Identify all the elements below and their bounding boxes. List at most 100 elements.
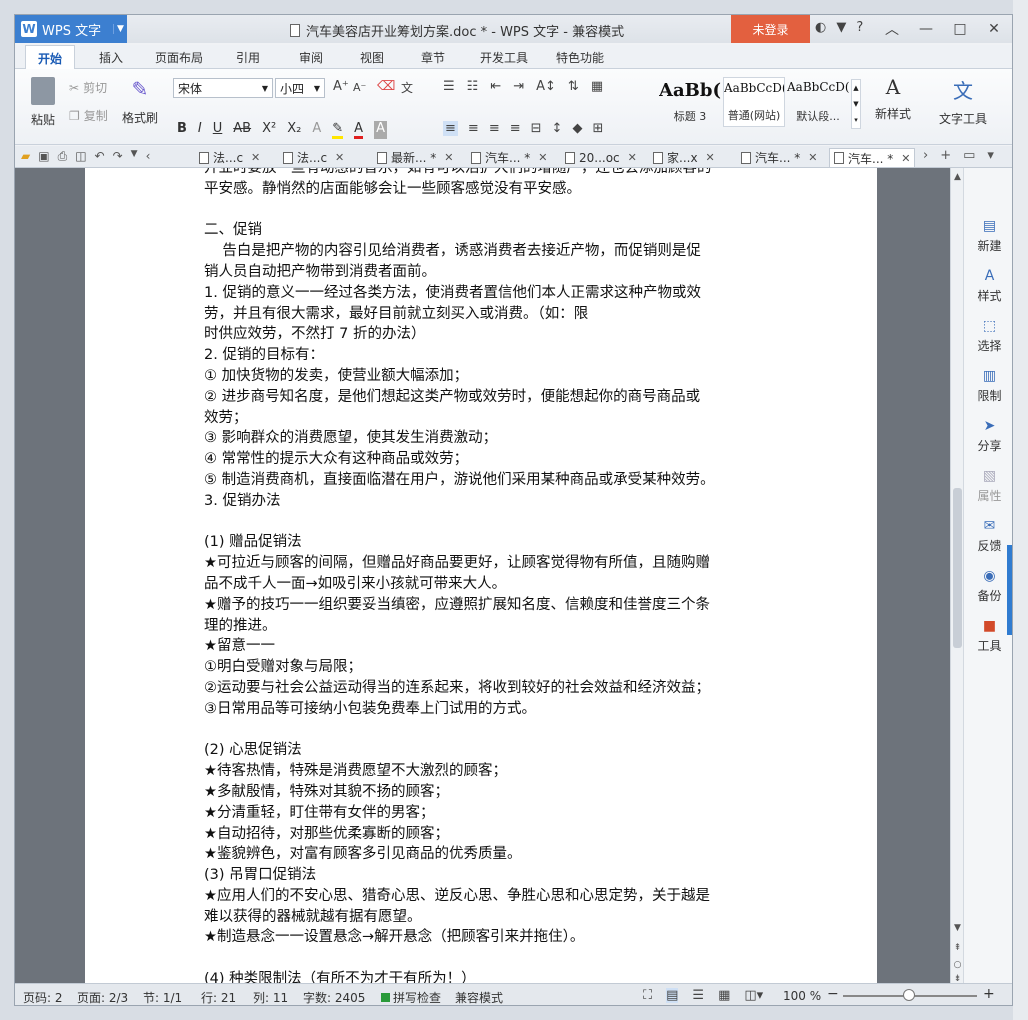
login-button[interactable]: 未登录: [731, 15, 810, 43]
document-line[interactable]: ★可拉近与顾客的间隔，但赠品好商品要更好，让顾客觉得物有所值，且随购赠: [204, 553, 764, 574]
document-line[interactable]: [204, 720, 764, 741]
status-words[interactable]: 字数: 2405: [303, 989, 365, 1005]
print-icon[interactable]: ⎙: [58, 149, 68, 164]
save-icon[interactable]: ▣: [38, 149, 49, 164]
tab-view[interactable]: 视图: [360, 49, 384, 66]
style-heading3[interactable]: AaBb( 标题 3: [659, 77, 721, 127]
document-line[interactable]: 时供应效劳，不然打 7 折的办法）: [204, 324, 764, 345]
line-spacing-icon[interactable]: ↕: [552, 121, 563, 136]
document-line[interactable]: ★鉴貌辨色，对富有顾客多引见商品的优秀质量。: [204, 844, 764, 865]
strikethrough-icon[interactable]: AB: [233, 121, 251, 139]
close-tab-icon[interactable]: ✕: [251, 151, 260, 164]
document-line[interactable]: 劳，并且有很大需求，最好目前就立刻买入或消费。（如：限: [204, 304, 764, 325]
fullscreen-icon[interactable]: ⛶: [643, 988, 652, 1003]
document-line[interactable]: ★待客热情，特殊是消费愿望不大激烈的顾客；: [204, 761, 764, 782]
document-line[interactable]: (3) 吊胃口促销法: [204, 865, 764, 886]
new-style-button[interactable]: A 新样式: [867, 75, 919, 122]
doc-tab[interactable]: 20...oc ✕: [561, 148, 641, 167]
tab-list-icon[interactable]: ▭: [963, 148, 975, 163]
font-size-select[interactable]: 小四 ▼: [275, 78, 325, 98]
scrollbar-thumb[interactable]: [953, 488, 962, 648]
zoom-out-icon[interactable]: −: [827, 986, 839, 1002]
clear-format-icon[interactable]: ⌫: [377, 79, 395, 94]
text-effect-icon[interactable]: A: [312, 121, 321, 139]
close-icon[interactable]: ✕: [980, 18, 1008, 40]
document-line[interactable]: [204, 512, 764, 533]
grow-font-icon[interactable]: A⁺: [333, 79, 349, 94]
document-line[interactable]: ② 进步商号知名度，是他们想起这类产物或效劳时，便能想起你的商号商品或: [204, 387, 764, 408]
cut-button[interactable]: ✂ 剪切: [69, 79, 107, 96]
tabs-left-icon[interactable]: ‹: [146, 149, 151, 164]
tabs-right-icon[interactable]: ›: [923, 148, 928, 163]
tab-home[interactable]: 开始: [25, 45, 76, 69]
outline-view-icon[interactable]: ☰: [692, 988, 704, 1003]
numbered-list-icon[interactable]: ☷: [467, 79, 479, 94]
read-view-icon[interactable]: ◫▾: [744, 988, 763, 1003]
document-line[interactable]: 告白是把产物的内容引见给消费者，诱惑消费者去接近产物，而促销则是促: [204, 241, 764, 262]
document-line[interactable]: 销人员自动把产物带到消费者面前。: [204, 262, 764, 283]
side-style[interactable]: A 样式: [964, 268, 1012, 304]
sort-icon[interactable]: ⇅: [568, 79, 579, 94]
chevron-down-icon[interactable]: ▼: [131, 149, 138, 164]
document-line[interactable]: ★赠予的技巧一一组织要妥当缜密，应遵照扩展知名度、信赖度和佳誉度三个条: [204, 595, 764, 616]
document-line[interactable]: (4) 种类限制法（有所不为才干有所为！）: [204, 969, 764, 983]
document-line[interactable]: 开业时要放一些有动感的音乐，如有可以活扩大们的增随产，还也会添加顾客的: [204, 168, 764, 179]
highlight-icon[interactable]: ✎: [332, 121, 344, 139]
open-folder-icon[interactable]: ▰: [21, 149, 30, 164]
help-icon[interactable]: ?: [856, 20, 863, 35]
document-line[interactable]: (2) 心思促销法: [204, 740, 764, 761]
align-left-icon[interactable]: ≡: [443, 121, 458, 136]
text-direction-icon[interactable]: A↕: [536, 79, 556, 94]
italic-icon[interactable]: I: [198, 121, 202, 139]
tab-developer[interactable]: 开发工具: [480, 49, 528, 66]
skin-icon[interactable]: ◐: [815, 20, 826, 35]
align-center-icon[interactable]: ≡: [468, 121, 479, 136]
app-menu-button[interactable]: W WPS 文字 ▼: [15, 15, 127, 43]
document-line[interactable]: ★自动招待，对那些优柔寡断的顾客；: [204, 824, 764, 845]
document-line[interactable]: 平安感。静悄然的店面能够会让一些顾客感觉没有平安感。: [204, 179, 764, 200]
doc-tab[interactable]: 家...x ✕: [649, 148, 719, 167]
style-scroll[interactable]: ▲ ▼ ▾: [851, 79, 861, 129]
document-page[interactable]: 开业时要放一些有动感的音乐，如有可以活扩大们的增随产，还也会添加顾客的 平安感。静…: [85, 168, 877, 983]
document-line[interactable]: ① 加快货物的发卖，使营业额大幅添加；: [204, 366, 764, 387]
superscript-icon[interactable]: X²: [262, 121, 276, 139]
font-name-select[interactable]: 宋体 ▼: [173, 78, 273, 98]
document-line[interactable]: 2. 促销的目标有：: [204, 345, 764, 366]
close-tab-icon[interactable]: ✕: [444, 151, 453, 164]
phonetic-icon[interactable]: 文: [401, 79, 413, 96]
tab-chapter[interactable]: 章节: [421, 49, 445, 66]
zoom-level[interactable]: 100 %: [783, 989, 821, 1003]
text-tools-button[interactable]: 文 文字工具: [935, 75, 991, 127]
maximize-icon[interactable]: □: [946, 18, 974, 40]
doc-tab[interactable]: 汽车... * ✕: [737, 148, 821, 167]
style-default[interactable]: AaBbCcD( 默认段...: [787, 77, 849, 127]
document-line[interactable]: ④ 常常性的提示大众有这种商品或效劳；: [204, 449, 764, 470]
align-right-icon[interactable]: ≡: [489, 121, 500, 136]
close-tab-icon[interactable]: ✕: [706, 151, 715, 164]
zoom-in-icon[interactable]: +: [983, 986, 995, 1002]
document-line[interactable]: ★应用人们的不安心思、猎奇心思、逆反心思、争胜心思和心思定势，关于越是: [204, 886, 764, 907]
vertical-scrollbar[interactable]: ▲ ▼ ⇞ ○ ⇟: [950, 168, 963, 984]
copy-button[interactable]: ❐ 复制: [69, 107, 108, 124]
spell-check[interactable]: 拼写检查: [381, 989, 441, 1005]
document-line[interactable]: 1. 促销的意义一一经过各类方法，使消费者置信他们本人正需求这种产物或效: [204, 283, 764, 304]
document-body[interactable]: 开业时要放一些有动感的音乐，如有可以活扩大们的增随产，还也会添加顾客的 平安感。静…: [204, 168, 764, 983]
status-page[interactable]: 页面: 2/3: [77, 989, 128, 1005]
side-properties[interactable]: ▧ 属性: [964, 468, 1012, 504]
page-view-icon[interactable]: ▤: [666, 988, 679, 1003]
bold-icon[interactable]: B: [177, 121, 187, 139]
document-line[interactable]: ①明白受赠对象与局限；: [204, 657, 764, 678]
document-line[interactable]: ★分清重轻，盯住带有女伴的男客；: [204, 803, 764, 824]
document-line[interactable]: 品不成千人一面→如吸引来小孩就可带来大人。: [204, 574, 764, 595]
document-line[interactable]: ③ 影响群众的消费愿望，使其发生消费激动；: [204, 428, 764, 449]
tab-menu-icon[interactable]: ▾: [987, 148, 994, 163]
borders-icon[interactable]: ⊞: [592, 121, 603, 136]
distribute-icon[interactable]: ⊟: [531, 121, 542, 136]
document-line[interactable]: 难以获得的器械就越有据有愿望。: [204, 907, 764, 928]
paste-button[interactable]: 粘贴: [23, 77, 63, 128]
document-line[interactable]: 3. 促销办法: [204, 491, 764, 512]
minimize-icon[interactable]: —: [912, 18, 940, 40]
tab-references[interactable]: 引用: [236, 49, 260, 66]
side-select[interactable]: ⬚ 选择: [964, 318, 1012, 354]
chevron-down-icon[interactable]: ▼: [113, 24, 127, 34]
